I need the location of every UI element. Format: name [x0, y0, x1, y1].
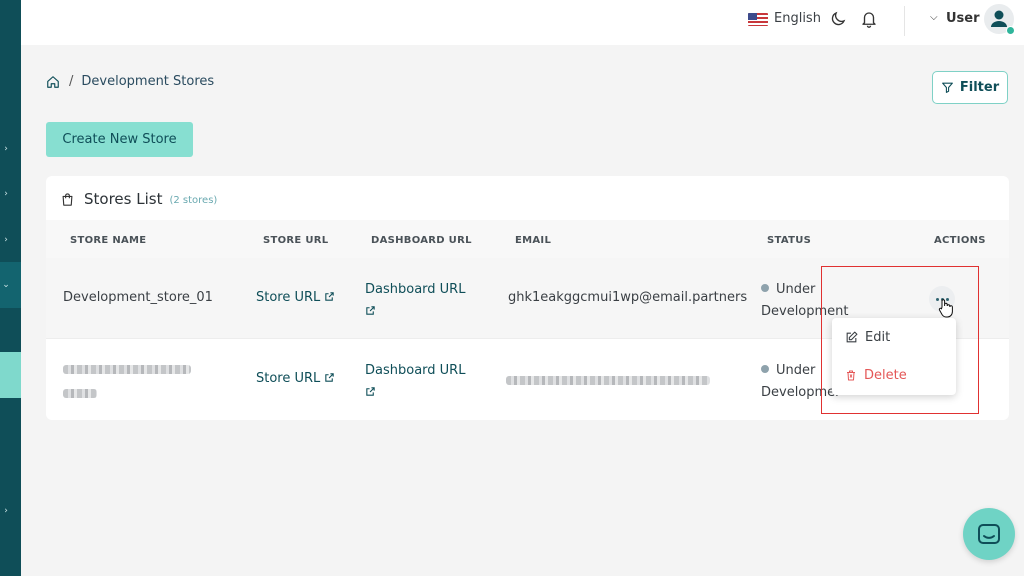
home-icon[interactable]: [46, 75, 60, 89]
redacted-text: [63, 365, 191, 374]
status-dot: [761, 284, 769, 292]
filter-label: Filter: [959, 80, 1000, 95]
us-flag-icon[interactable]: [748, 13, 768, 26]
sidebar: › › › ⌄ ›: [0, 0, 21, 576]
chevron-right-icon[interactable]: ›: [0, 143, 12, 155]
column-header: ACTIONS: [934, 235, 986, 246]
language-selector[interactable]: English: [774, 11, 821, 26]
shopping-bag-icon: [62, 192, 73, 206]
chevron-right-icon[interactable]: ›: [0, 505, 12, 517]
chat-icon: [978, 524, 1000, 544]
store-url-label: Store URL: [256, 371, 321, 386]
breadcrumb: / Development Stores: [46, 74, 214, 89]
column-header[interactable]: DASHBOARD URL: [371, 235, 472, 246]
chevron-right-icon[interactable]: ›: [0, 234, 12, 246]
store-count: (2 stores): [169, 194, 218, 206]
external-link-icon: [366, 387, 375, 396]
dashboard-url-link[interactable]: Dashboard URL: [365, 360, 475, 404]
card-title: Stores List: [84, 190, 163, 208]
breadcrumb-current: Development Stores: [81, 74, 215, 89]
store-url-link[interactable]: Store URL: [256, 371, 335, 386]
dashboard-url-link[interactable]: Dashboard URL: [365, 279, 475, 323]
status-line-1: Under: [776, 363, 816, 378]
store-email-redacted: [506, 374, 710, 389]
status-line-1: Under: [776, 282, 816, 297]
chevron-right-icon[interactable]: ›: [0, 188, 12, 200]
chevron-down-icon[interactable]: ⌵: [930, 12, 938, 23]
column-header[interactable]: STATUS: [767, 235, 811, 246]
redacted-text: [506, 376, 710, 385]
dashboard-url-label: Dashboard URL: [365, 282, 466, 297]
online-status-dot: [1006, 26, 1015, 35]
topbar-divider: [904, 6, 905, 36]
table-header: STORE NAME STORE URL DASHBOARD URL EMAIL…: [46, 220, 1009, 258]
user-menu-label[interactable]: User: [946, 11, 980, 26]
store-url-link[interactable]: Store URL: [256, 290, 335, 305]
chat-launcher-button[interactable]: [963, 508, 1015, 560]
dashboard-url-label: Dashboard URL: [365, 363, 466, 378]
sidebar-item-development-stores[interactable]: [0, 352, 21, 398]
store-url-label: Store URL: [256, 290, 321, 305]
create-new-store-button[interactable]: Create New Store: [46, 122, 193, 157]
card-header: Stores List (2 stores): [60, 190, 217, 208]
avatar[interactable]: [984, 4, 1015, 35]
redacted-text: [63, 389, 97, 398]
filter-button[interactable]: Filter: [932, 71, 1008, 104]
external-link-icon: [366, 306, 375, 315]
annotation-highlight-box: [821, 266, 979, 414]
external-link-icon: [325, 292, 335, 301]
store-email: ghk1eakggcmui1wp@email.partners: [508, 290, 748, 305]
external-link-icon: [325, 373, 335, 382]
status-dot: [761, 365, 769, 373]
store-name: Development_store_01: [63, 290, 213, 305]
filter-icon: [941, 82, 953, 93]
store-name-redacted: [63, 363, 203, 402]
bell-icon[interactable]: [860, 9, 878, 29]
breadcrumb-separator: /: [69, 74, 74, 89]
column-header[interactable]: STORE NAME: [70, 235, 146, 246]
column-header[interactable]: STORE URL: [263, 235, 328, 246]
column-header[interactable]: EMAIL: [515, 235, 551, 246]
moon-icon[interactable]: [829, 10, 847, 28]
chevron-down-icon[interactable]: ⌄: [0, 279, 12, 291]
